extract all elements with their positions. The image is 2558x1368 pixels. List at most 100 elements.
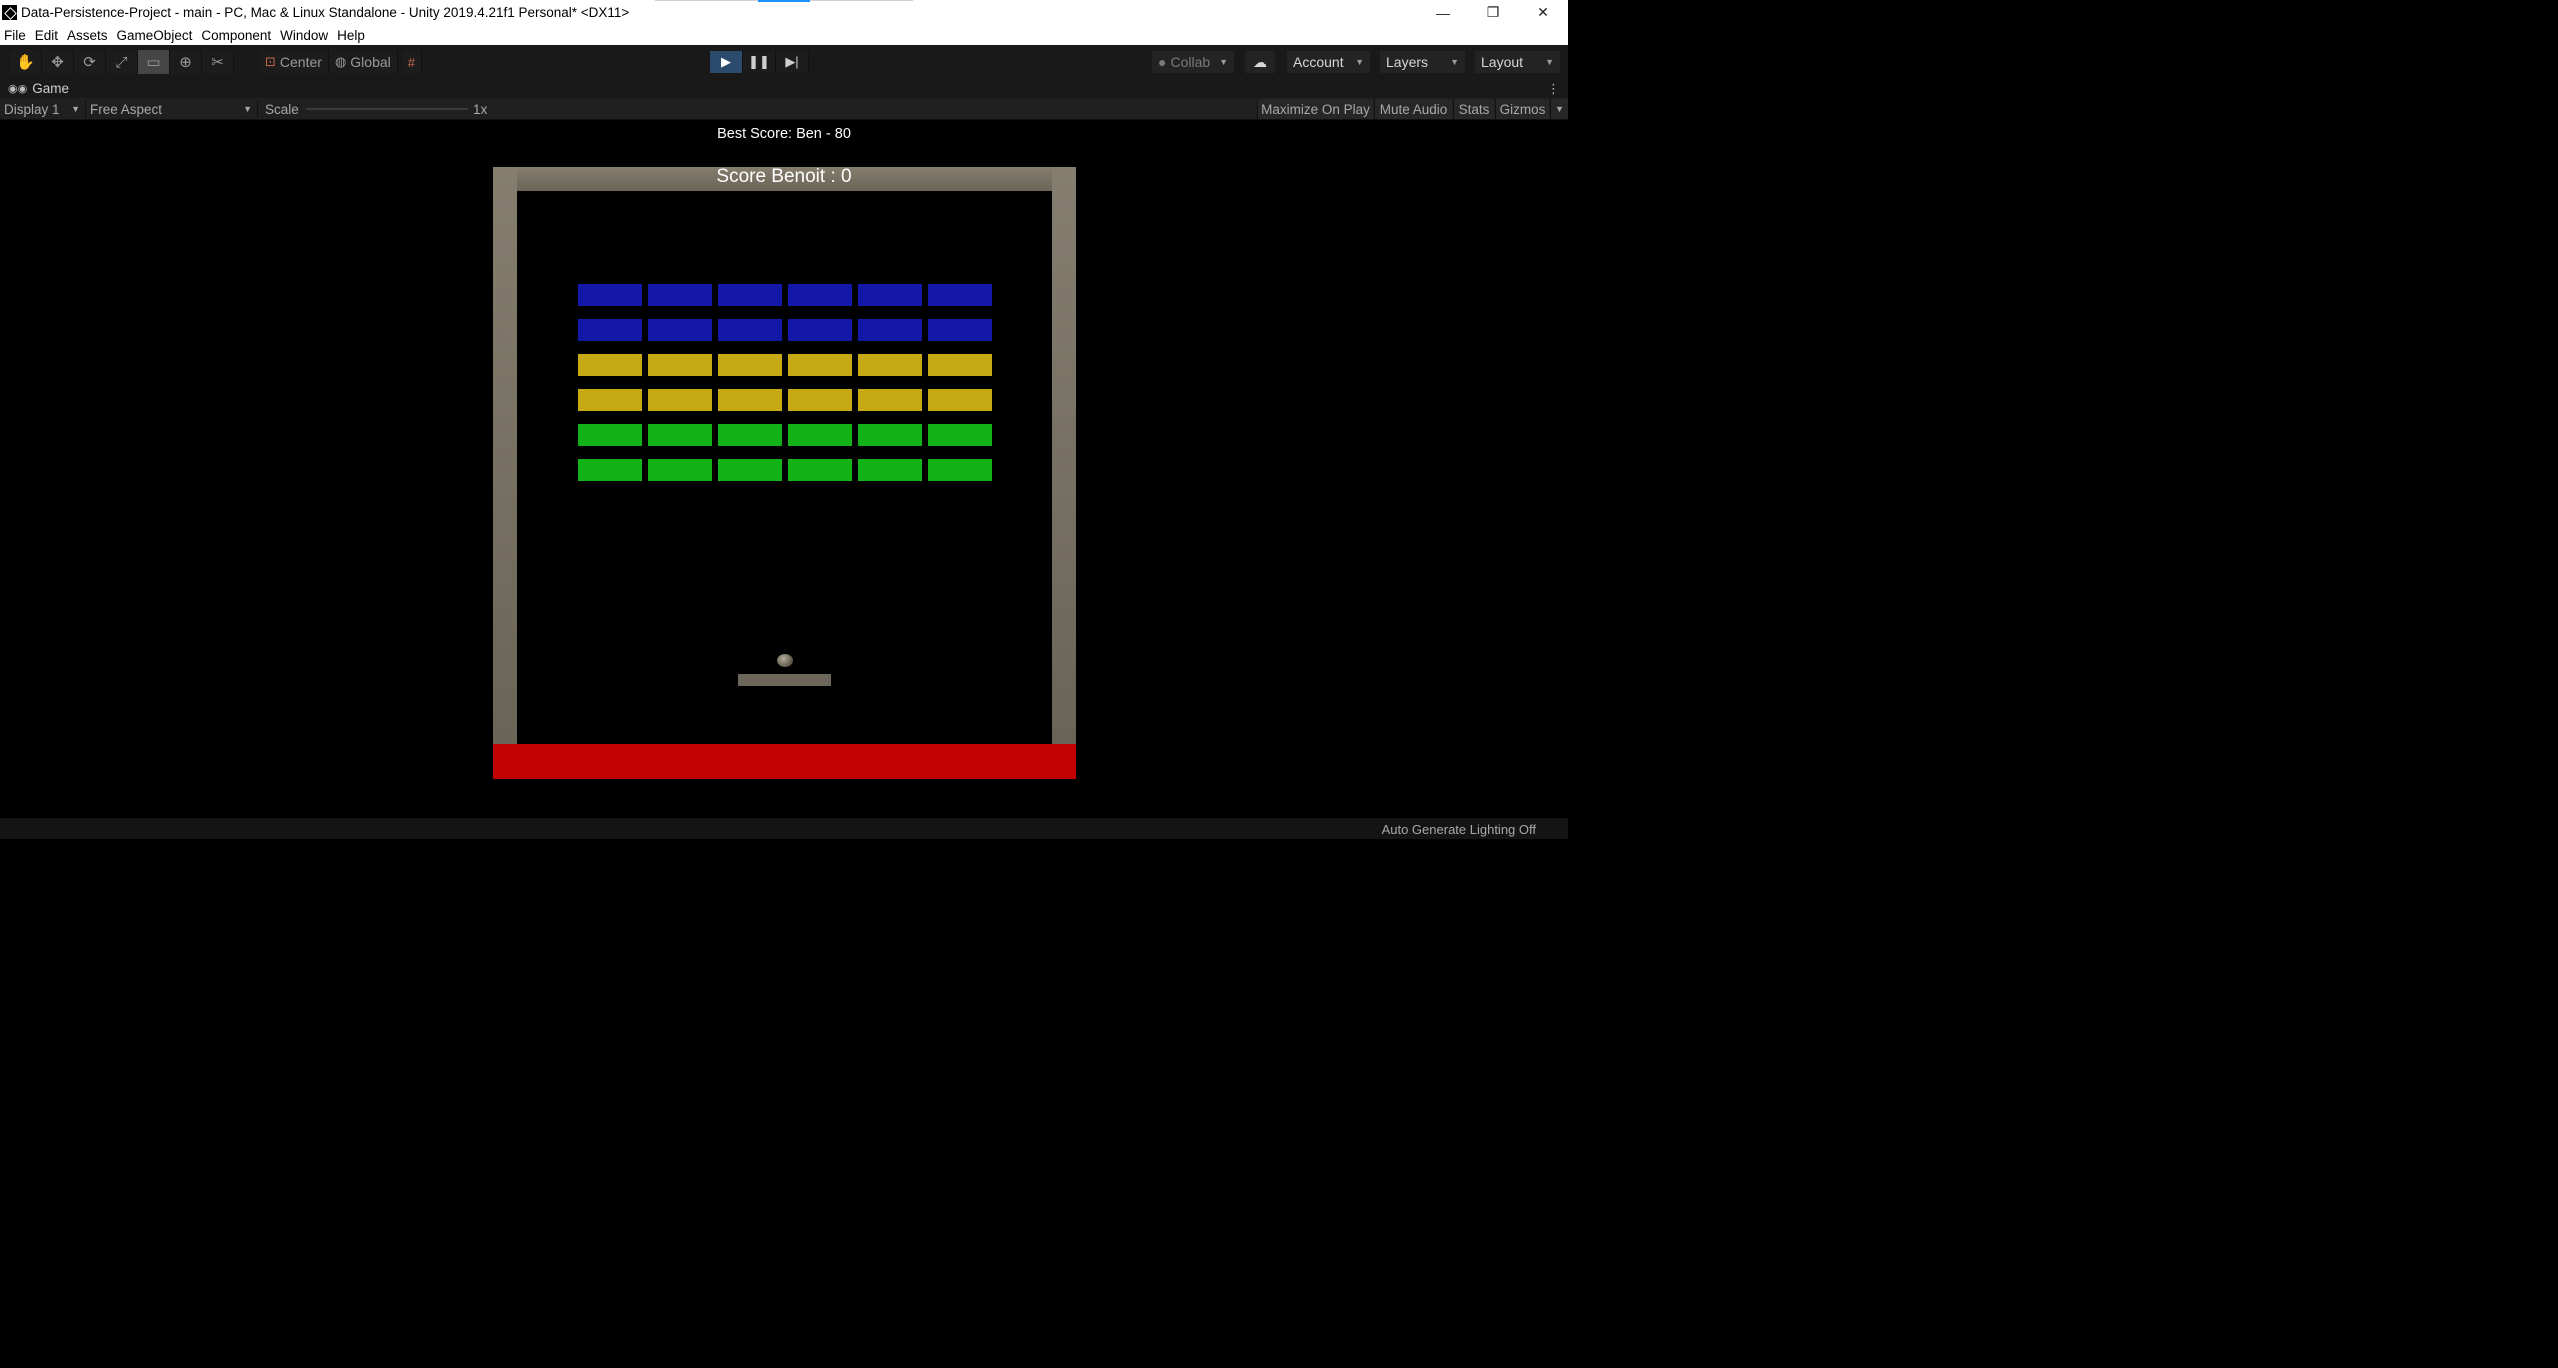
brick-green [578,424,642,446]
divider [257,100,258,118]
transform-tools: ✋ ✥ ⟳ ⤢ ▭ ⊕ ✂ [10,50,234,74]
chevron-down-icon: ▼ [1545,57,1554,67]
scale-label: Scale [265,101,299,117]
gizmos-toggle[interactable]: Gizmos [1495,99,1549,119]
brick-green [788,459,852,481]
brick-green [648,459,712,481]
minimize-button[interactable]: — [1420,0,1466,25]
brick-green [928,424,992,446]
display-label: Display 1 [4,101,60,117]
tab-game[interactable]: ◉◉ Game [8,81,69,96]
menu-gameobject[interactable]: GameObject [117,28,193,43]
brick-yellow [718,389,782,411]
pivot-rotation-label: Global [350,54,391,70]
restore-button[interactable]: ❐ [1470,0,1516,25]
menu-edit[interactable]: Edit [35,28,58,43]
death-zone [493,744,1076,779]
aspect-label: Free Aspect [90,101,163,117]
brick-green [578,459,642,481]
custom-tool-icon[interactable]: ✂ [202,50,234,74]
move-tool-icon[interactable]: ✥ [42,50,74,74]
title-bar: Data-Persistence-Project - main - PC, Ma… [0,0,1568,25]
cloud-icon: ☁ [1253,53,1267,70]
game-view[interactable]: Best Score: Ben - 80 Score Benoit : 0 [0,121,1568,818]
menu-help[interactable]: Help [337,28,365,43]
transform-tool-icon[interactable]: ⊕ [170,50,202,74]
left-wall [493,167,517,745]
rect-tool-icon[interactable]: ▭ [138,50,170,74]
chevron-down-icon: ▼ [1355,57,1364,67]
layout-label: Layout [1481,54,1524,70]
right-wall [1052,167,1076,745]
layers-dropdown[interactable]: Layers ▼ [1380,51,1465,73]
pivot-mode-button[interactable]: ⊡ Center [259,50,329,74]
brick-blue [648,284,712,306]
brick-blue [928,319,992,341]
globe-icon: ◍ [334,54,347,69]
brick-green [788,424,852,446]
step-button[interactable]: ▶| [776,51,809,73]
step-icon: ▶| [785,54,799,69]
collab-dropdown[interactable]: ● Collab ▼ [1152,51,1234,73]
scale-tool-icon[interactable]: ⤢ [106,50,138,74]
brick-green [718,424,782,446]
menu-bar: File Edit Assets GameObject Component Wi… [0,25,1568,45]
chevron-down-icon: ▼ [1450,57,1459,67]
account-dropdown[interactable]: Account ▼ [1287,51,1370,73]
brick-blue [718,284,782,306]
paddle [738,674,831,686]
hand-tool-icon[interactable]: ✋ [10,50,42,74]
gamepad-icon: ◉◉ [8,83,28,95]
pivot-rotation-button[interactable]: ◍ Global [328,50,398,74]
brick-green [648,424,712,446]
chevron-down-icon: ▼ [71,104,80,114]
brick-blue [858,284,922,306]
brick-green [858,459,922,481]
brick-blue [578,319,642,341]
menu-component[interactable]: Component [201,28,271,43]
menu-window[interactable]: Window [280,28,328,43]
brick-yellow [578,389,642,411]
aspect-dropdown[interactable]: Free Aspect ▼ [86,100,256,118]
play-icon: ▶ [721,54,731,69]
brick-blue [788,284,852,306]
brick-blue [858,319,922,341]
brick-yellow [788,354,852,376]
account-label: Account [1293,54,1344,70]
game-tab-bar: ◉◉ Game ⋮ [0,80,1568,98]
playback-controls: ▶ ❚❚ ▶| [710,51,809,75]
tab-game-label: Game [32,81,69,96]
menu-file[interactable]: File [4,28,26,43]
brick-yellow [788,389,852,411]
chevron-down-icon: ▼ [1219,57,1228,67]
more-options-icon[interactable]: ⋮ [1547,81,1560,97]
rotate-tool-icon[interactable]: ⟳ [74,50,106,74]
brick-yellow [718,354,782,376]
lighting-status: Auto Generate Lighting Off [1381,822,1536,837]
ball [777,654,793,667]
gizmos-dropdown[interactable]: ▼ [1550,99,1568,119]
play-button[interactable]: ▶ [710,51,743,73]
display-dropdown[interactable]: Display 1 ▼ [0,100,84,118]
mute-audio-toggle[interactable]: Mute Audio [1374,99,1452,119]
pause-button[interactable]: ❚❚ [743,51,776,73]
snap-grid-button[interactable]: # [401,50,422,74]
menu-assets[interactable]: Assets [67,28,108,43]
scale-slider[interactable] [306,108,468,110]
pivot-center-icon: ⊡ [265,54,276,69]
cloud-button[interactable]: ☁ [1245,51,1275,73]
title-bar-accent [758,0,810,2]
brick-green [858,424,922,446]
brick-blue [928,284,992,306]
brick-blue [648,319,712,341]
brick-yellow [928,389,992,411]
stats-toggle[interactable]: Stats [1453,99,1494,119]
close-button[interactable]: ✕ [1520,0,1566,25]
maximize-on-play-toggle[interactable]: Maximize On Play [1257,99,1373,119]
main-toolbar: ✋ ✥ ⟳ ⤢ ▭ ⊕ ✂ ⊡ Center ◍ Global # ▶ ❚❚ ▶… [0,45,1568,80]
brick-yellow [578,354,642,376]
brick-blue [718,319,782,341]
brick-green [928,459,992,481]
pivot-mode-label: Center [279,54,322,70]
layout-dropdown[interactable]: Layout ▼ [1475,51,1560,73]
